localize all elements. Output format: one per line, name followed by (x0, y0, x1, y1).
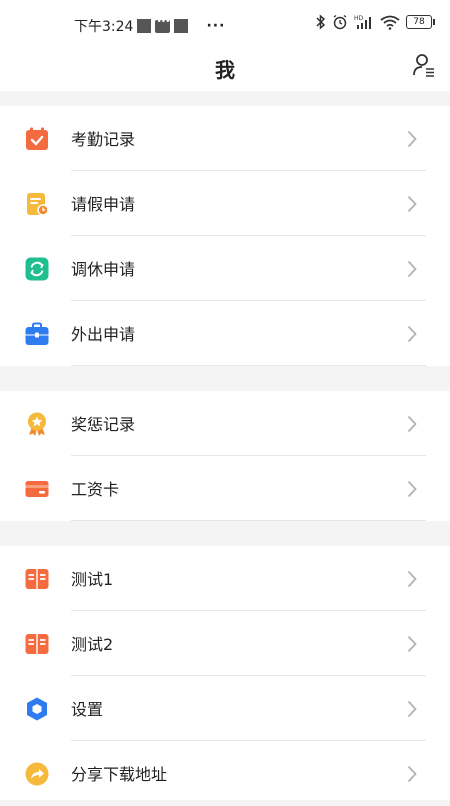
menu-item-share-download[interactable]: 分享下载地址 (0, 741, 450, 806)
alarm-icon (333, 14, 347, 30)
notification-square-icon (174, 19, 189, 33)
section-other: 测试1 测试2 设置 分享下载地址 (0, 546, 450, 800)
menu-item-outing-request[interactable]: 外出申请 (0, 301, 450, 366)
leave-document-icon (27, 193, 49, 216)
menu-item-test-1[interactable]: 测试1 (0, 546, 450, 611)
battery-level: 78 (413, 17, 425, 27)
profile-settings-icon[interactable] (412, 52, 436, 78)
signal-icon: HD (354, 15, 371, 29)
menu-item-label: 分享下载地址 (71, 765, 168, 784)
status-right: HD 78 (316, 14, 435, 30)
menu-item-label: 设置 (71, 700, 104, 719)
menu-item-label: 奖惩记录 (71, 415, 136, 434)
menu-item-label: 测试2 (71, 635, 114, 654)
menu-item-test-2[interactable]: 测试2 (0, 611, 450, 676)
chevron-right-icon (407, 570, 417, 588)
book-icon (25, 634, 49, 654)
chevron-right-icon (407, 765, 417, 783)
chevron-right-icon (407, 260, 417, 278)
swap-refresh-icon (25, 257, 49, 281)
chevron-right-icon (407, 635, 417, 653)
message-icon (155, 17, 171, 33)
chevron-right-icon (407, 325, 417, 343)
menu-item-rewards-penalties[interactable]: 奖惩记录 (0, 391, 450, 456)
battery-icon: 78 (406, 15, 435, 29)
card-icon (25, 481, 49, 497)
award-medal-icon (28, 412, 46, 436)
status-time: 下午3:24 (74, 19, 134, 35)
book-icon (25, 569, 49, 589)
notification-square-icon (137, 19, 152, 33)
divider (71, 365, 426, 366)
menu-item-attendance-record[interactable]: 考勤记录 (0, 106, 450, 171)
menu-item-label: 请假申请 (71, 195, 136, 214)
menu-item-label: 调休申请 (71, 260, 136, 279)
menu-item-leave-request[interactable]: 请假申请 (0, 171, 450, 236)
briefcase-icon (25, 322, 49, 345)
page-title: 我 (215, 58, 235, 82)
chevron-right-icon (407, 700, 417, 718)
chevron-right-icon (407, 480, 417, 498)
chevron-right-icon (407, 195, 417, 213)
menu-item-time-off-request[interactable]: 调休申请 (0, 236, 450, 301)
status-bar: 下午3:24 ··· HD 78 (0, 0, 450, 44)
section-attendance: 考勤记录 请假申请 调休申请 外出申请 (0, 106, 450, 366)
hexagon-settings-icon (27, 697, 47, 721)
calendar-check-icon (26, 127, 48, 150)
menu-item-label: 测试1 (71, 570, 114, 589)
menu-item-label: 工资卡 (71, 480, 120, 499)
chevron-right-icon (407, 415, 417, 433)
svg-text:HD: HD (354, 15, 364, 22)
menu-item-label: 外出申请 (71, 325, 136, 344)
more-notifications-icon: ··· (206, 18, 226, 34)
section-rewards-salary: 奖惩记录 工资卡 (0, 391, 450, 521)
share-icon (25, 762, 49, 786)
menu-item-salary-card[interactable]: 工资卡 (0, 456, 450, 521)
header: 我 (0, 44, 450, 91)
status-left: 下午3:24 ··· (74, 16, 225, 36)
wifi-icon (380, 15, 400, 30)
menu-item-label: 考勤记录 (71, 130, 136, 149)
menu-item-settings[interactable]: 设置 (0, 676, 450, 741)
divider (71, 520, 426, 521)
bluetooth-icon (316, 14, 326, 30)
chevron-right-icon (407, 130, 417, 148)
